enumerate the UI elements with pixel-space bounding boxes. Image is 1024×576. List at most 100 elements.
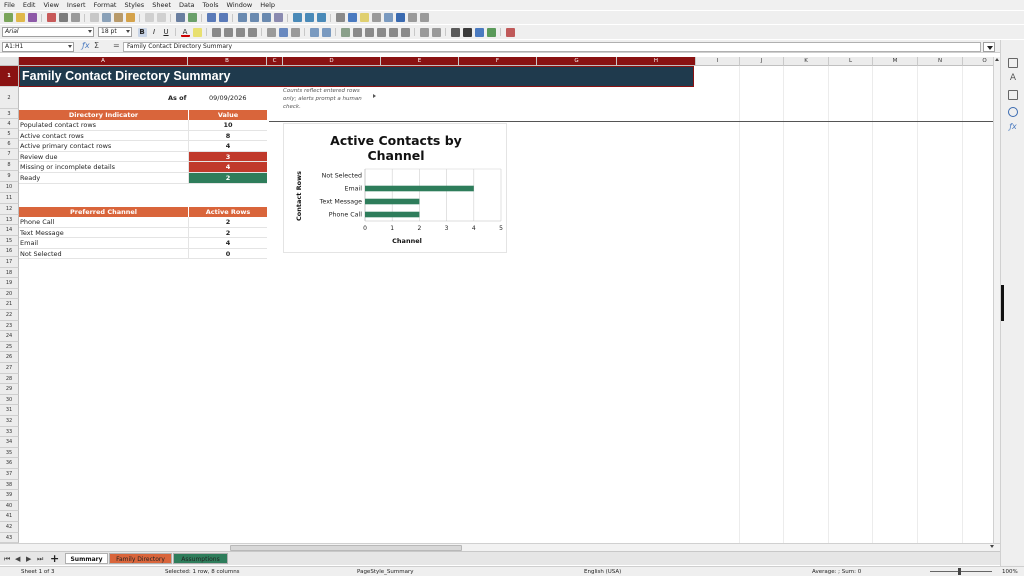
status-language[interactable]: English (USA) bbox=[584, 569, 621, 575]
row-header-34[interactable]: 34 bbox=[0, 437, 19, 448]
sheet-tab[interactable]: Family Directory bbox=[109, 553, 172, 564]
zoom-slider[interactable] bbox=[930, 571, 992, 572]
row-header-1[interactable]: 1 bbox=[0, 66, 19, 87]
indicator-value[interactable]: 10 bbox=[188, 120, 267, 131]
row-header-29[interactable]: 29 bbox=[0, 384, 19, 395]
vertical-scrollbar[interactable] bbox=[993, 57, 1000, 543]
sidebar-gallery-icon[interactable] bbox=[1008, 90, 1018, 100]
row-header-13[interactable]: 13 bbox=[0, 214, 19, 226]
column-header-G[interactable]: G bbox=[537, 57, 617, 66]
row-header-24[interactable]: 24 bbox=[0, 331, 19, 342]
conditional-format-icon[interactable] bbox=[505, 27, 515, 37]
sheet-title[interactable]: Family Contact Directory Summary bbox=[19, 66, 694, 87]
headers-footers-icon[interactable] bbox=[371, 13, 381, 22]
row-header-9[interactable]: 9 bbox=[0, 171, 19, 182]
open-icon[interactable] bbox=[15, 13, 25, 22]
bold-icon[interactable]: B bbox=[137, 27, 147, 37]
channel-header[interactable]: Preferred Channel bbox=[19, 207, 188, 217]
last-sheet-icon[interactable]: ⏭ bbox=[37, 555, 43, 564]
column-header-A[interactable]: A bbox=[19, 57, 188, 66]
row-header-22[interactable]: 22 bbox=[0, 310, 19, 321]
column-header-J[interactable]: J bbox=[740, 57, 784, 66]
row-header-5[interactable]: 5 bbox=[0, 129, 19, 139]
function-wizard-icon[interactable]: ƒx bbox=[82, 41, 90, 50]
sidebar-functions-icon[interactable]: ƒx bbox=[1008, 122, 1018, 132]
redo-icon[interactable] bbox=[156, 13, 166, 22]
select-all-corner[interactable] bbox=[0, 57, 19, 66]
align-top-icon[interactable] bbox=[266, 27, 276, 37]
menu-window[interactable]: Window bbox=[223, 1, 257, 9]
indicator-value[interactable]: 4 bbox=[188, 141, 267, 152]
currency-icon[interactable] bbox=[340, 27, 350, 37]
row-header-11[interactable]: 11 bbox=[0, 193, 19, 204]
split-window-icon[interactable] bbox=[407, 13, 417, 22]
chart-object[interactable]: Active Contacts by Channel Contact Rows C… bbox=[283, 123, 507, 253]
delete-decimal-icon[interactable] bbox=[400, 27, 410, 37]
row-header-12[interactable]: 12 bbox=[0, 204, 19, 215]
border-style-icon[interactable] bbox=[462, 27, 472, 37]
align-bottom-icon[interactable] bbox=[290, 27, 300, 37]
row-header-31[interactable]: 31 bbox=[0, 405, 19, 416]
chart-icon[interactable] bbox=[304, 13, 314, 22]
sidebar-styles-icon[interactable]: A bbox=[1008, 73, 1018, 83]
row-header-30[interactable]: 30 bbox=[0, 394, 19, 406]
indicator-label[interactable]: Active contact rows bbox=[19, 131, 188, 142]
menu-sheet[interactable]: Sheet bbox=[148, 1, 175, 9]
sum-icon[interactable]: Σ bbox=[94, 41, 99, 50]
new-icon[interactable] bbox=[3, 13, 13, 22]
row-header-35[interactable]: 35 bbox=[0, 447, 19, 459]
sort-ascending-icon[interactable] bbox=[249, 13, 259, 22]
row-header-8[interactable]: 8 bbox=[0, 160, 19, 171]
column-header-O[interactable]: O bbox=[963, 57, 993, 66]
channel-value[interactable]: 2 bbox=[188, 217, 267, 228]
menu-tools[interactable]: Tools bbox=[199, 1, 223, 9]
row-header-33[interactable]: 33 bbox=[0, 426, 19, 438]
percent-icon[interactable] bbox=[352, 27, 362, 37]
image-icon[interactable] bbox=[292, 13, 302, 22]
add-decimal-icon[interactable] bbox=[388, 27, 398, 37]
row-header-36[interactable]: 36 bbox=[0, 458, 19, 469]
first-sheet-icon[interactable]: ⏮ bbox=[4, 555, 10, 564]
indicator-label[interactable]: Populated contact rows bbox=[19, 120, 188, 131]
center-vertically-icon[interactable] bbox=[278, 27, 288, 37]
menu-edit[interactable]: Edit bbox=[19, 1, 40, 9]
underline-icon[interactable]: U bbox=[162, 28, 171, 37]
align-right-icon[interactable] bbox=[235, 27, 245, 37]
row-header-17[interactable]: 17 bbox=[0, 257, 19, 268]
background-color-icon[interactable] bbox=[486, 27, 496, 37]
column-header-C[interactable]: C bbox=[267, 57, 283, 66]
clone-formatting-icon[interactable] bbox=[125, 13, 135, 22]
indicator-label[interactable]: Ready bbox=[19, 173, 188, 184]
align-center-icon[interactable] bbox=[223, 27, 233, 37]
row-header-38[interactable]: 38 bbox=[0, 479, 19, 491]
indicator-value[interactable]: 3 bbox=[188, 151, 267, 163]
column-icon[interactable] bbox=[218, 13, 228, 22]
autofilter-icon[interactable] bbox=[273, 13, 283, 22]
sidebar-collapse-handle[interactable] bbox=[1001, 285, 1004, 321]
next-sheet-icon[interactable]: ▶ bbox=[26, 555, 31, 563]
highlight-color-icon[interactable] bbox=[192, 27, 202, 37]
font-name-box[interactable]: Arial bbox=[2, 27, 94, 37]
row-header-14[interactable]: 14 bbox=[0, 225, 19, 236]
define-print-area-icon[interactable] bbox=[383, 13, 393, 22]
indicator-label[interactable]: Review due bbox=[19, 152, 188, 163]
row-header-37[interactable]: 37 bbox=[0, 469, 19, 480]
formula-input[interactable]: Family Contact Directory Summary bbox=[123, 42, 981, 52]
column-header-N[interactable]: N bbox=[918, 57, 963, 66]
align-left-icon[interactable] bbox=[211, 27, 221, 37]
italic-icon[interactable]: I bbox=[150, 28, 159, 37]
hyperlink-icon[interactable] bbox=[347, 13, 357, 22]
sidebar-properties-icon[interactable] bbox=[1008, 58, 1018, 68]
decrease-indent-icon[interactable] bbox=[431, 27, 441, 37]
column-header-E[interactable]: E bbox=[381, 57, 459, 66]
formula-icon[interactable]: = bbox=[113, 41, 120, 50]
row-header-25[interactable]: 25 bbox=[0, 341, 19, 353]
status-summary[interactable]: Average: ; Sum: 0 bbox=[812, 569, 861, 575]
menu-data[interactable]: Data bbox=[175, 1, 199, 9]
indicator-header[interactable]: Directory Indicator bbox=[19, 110, 188, 120]
row-header-18[interactable]: 18 bbox=[0, 267, 19, 279]
status-pagestyle[interactable]: PageStyle_Summary bbox=[357, 569, 413, 575]
paste-icon[interactable] bbox=[113, 13, 123, 22]
border-color-icon[interactable] bbox=[474, 27, 484, 37]
print-icon[interactable] bbox=[58, 13, 68, 22]
